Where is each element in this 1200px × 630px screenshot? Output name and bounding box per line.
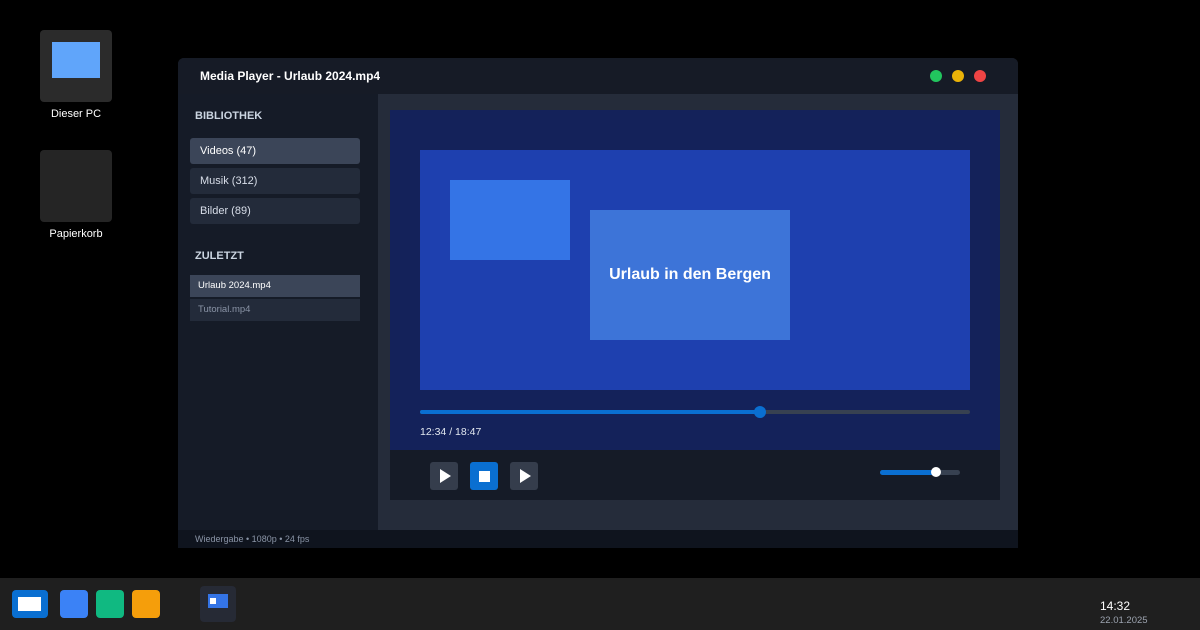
sidebar-item-pictures[interactable]: Bilder (89) <box>190 198 360 224</box>
clock-date: 22.01.2025 <box>1100 615 1148 626</box>
clock-time: 14:32 <box>1100 599 1131 613</box>
media-player-icon <box>208 594 228 608</box>
seek-bar-fill <box>420 410 760 414</box>
status-bar: Wiedergabe • 1080p • 24 fps <box>178 530 1018 548</box>
video-panel: Urlaub in den Bergen 12:34 / 18:47 <box>390 110 1000 450</box>
playback-controls <box>390 450 1000 500</box>
desktop-icon-label: Papierkorb <box>49 228 103 240</box>
seek-handle[interactable] <box>753 406 766 418</box>
stop-icon <box>478 470 490 482</box>
maximize-button[interactable] <box>930 70 942 82</box>
next-icon <box>520 469 531 483</box>
sidebar-item-music[interactable]: Musik (312) <box>190 168 360 194</box>
taskbar: 14:32 22.01.2025 <box>0 578 1200 630</box>
next-button[interactable] <box>510 462 538 490</box>
minimize-button[interactable] <box>952 70 964 82</box>
volume-slider[interactable] <box>880 467 960 477</box>
status-text: Wiedergabe • 1080p • 24 fps <box>195 534 310 544</box>
volume-handle[interactable] <box>931 467 941 477</box>
video-frame[interactable]: Urlaub in den Bergen <box>420 150 970 390</box>
recent-item-tutorial[interactable]: Tutorial.mp4 <box>190 299 360 321</box>
stop-button[interactable] <box>470 462 498 490</box>
volume-fill <box>880 470 936 475</box>
library-section-title: BIBLIOTHEK <box>195 110 263 122</box>
sidebar-item-videos[interactable]: Videos (47) <box>190 138 360 164</box>
media-player-window: Media Player - Urlaub 2024.mp4 BIBLIOTHE… <box>178 58 1018 548</box>
start-button[interactable] <box>12 590 48 618</box>
desktop-icon-label: Dieser PC <box>50 108 102 120</box>
start-icon <box>18 597 41 611</box>
sidebar: BIBLIOTHEK Videos (47) Musik (312) Bilde… <box>178 94 378 530</box>
taskbar-app-blue[interactable] <box>60 590 88 618</box>
close-button[interactable] <box>974 70 986 82</box>
video-scene-block <box>450 180 570 260</box>
player-area: Urlaub in den Bergen 12:34 / 18:47 <box>378 94 1018 530</box>
computer-icon <box>40 30 112 102</box>
play-icon <box>440 469 451 483</box>
taskbar-app-orange[interactable] <box>132 590 160 618</box>
desktop-icon-recycle-bin[interactable]: Papierkorb <box>40 150 112 240</box>
window-titlebar[interactable]: Media Player - Urlaub 2024.mp4 <box>178 58 1018 94</box>
taskbar-app-green[interactable] <box>96 590 124 618</box>
window-title: Media Player - Urlaub 2024.mp4 <box>200 69 381 83</box>
video-caption: Urlaub in den Bergen <box>590 210 790 340</box>
desktop-icon-this-pc[interactable]: Dieser PC <box>40 30 112 120</box>
recent-section-title: ZULETZT <box>195 250 244 262</box>
time-display: 12:34 / 18:47 <box>420 426 482 438</box>
recent-item-urlaub[interactable]: Urlaub 2024.mp4 <box>190 275 360 297</box>
seek-bar[interactable] <box>420 406 970 418</box>
play-button[interactable] <box>430 462 458 490</box>
recycle-bin-icon <box>40 150 112 222</box>
taskbar-media-player[interactable] <box>200 586 236 622</box>
